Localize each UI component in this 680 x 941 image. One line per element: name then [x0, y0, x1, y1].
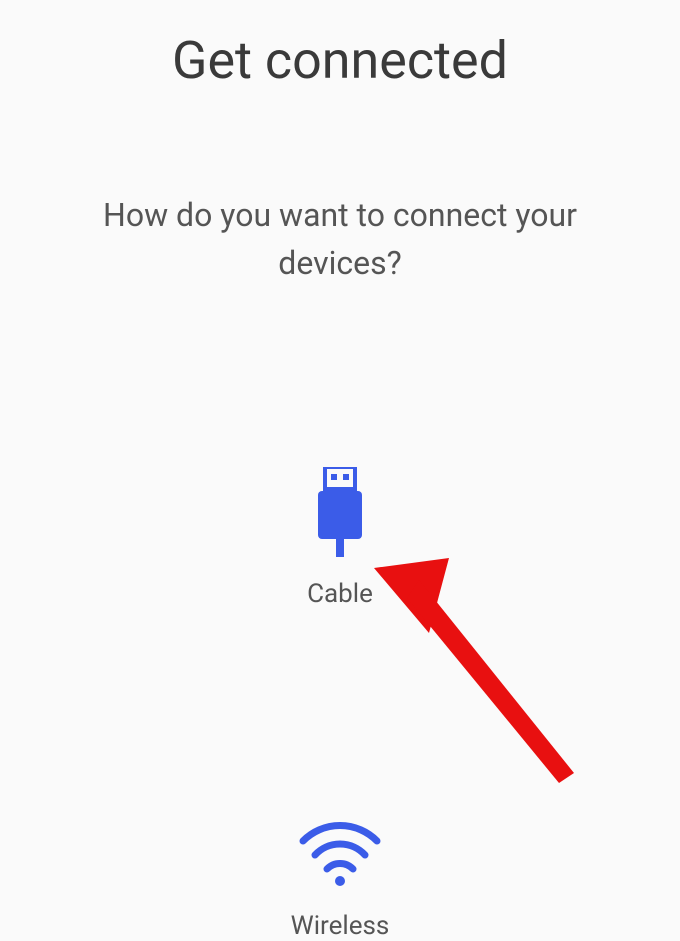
wireless-option-label: Wireless	[291, 911, 390, 941]
wireless-option[interactable]: Wireless	[291, 819, 390, 941]
wifi-icon	[295, 819, 385, 893]
page-subtitle: How do you want to connect your devices?	[60, 191, 620, 287]
cable-option-label: Cable	[307, 579, 373, 609]
arrow-annotation	[374, 548, 594, 812]
page-title: Get connected	[172, 30, 508, 91]
usb-cable-icon	[313, 467, 367, 561]
cable-option[interactable]: Cable	[307, 467, 373, 609]
